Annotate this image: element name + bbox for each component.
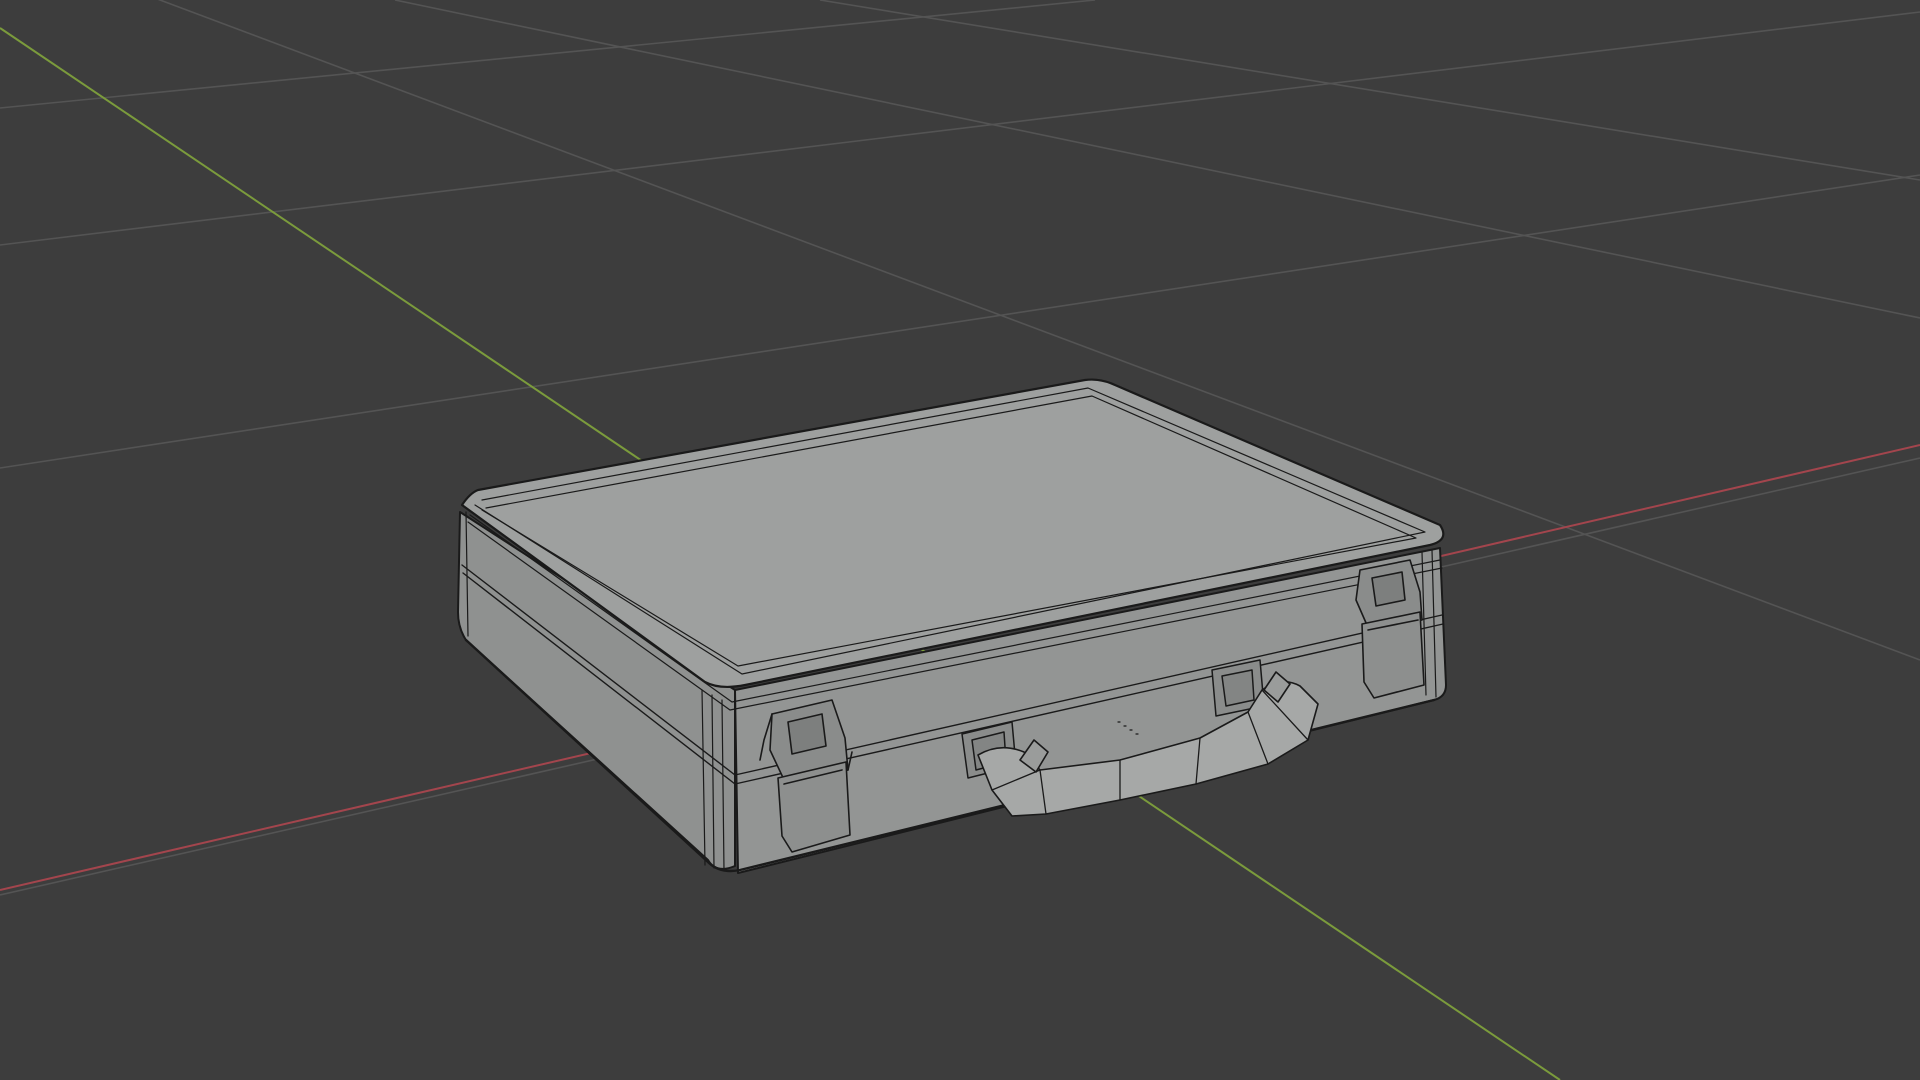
3d-viewport[interactable] — [0, 0, 1920, 1080]
latch-right[interactable] — [1355, 559, 1425, 699]
briefcase-object[interactable] — [457, 378, 1447, 874]
